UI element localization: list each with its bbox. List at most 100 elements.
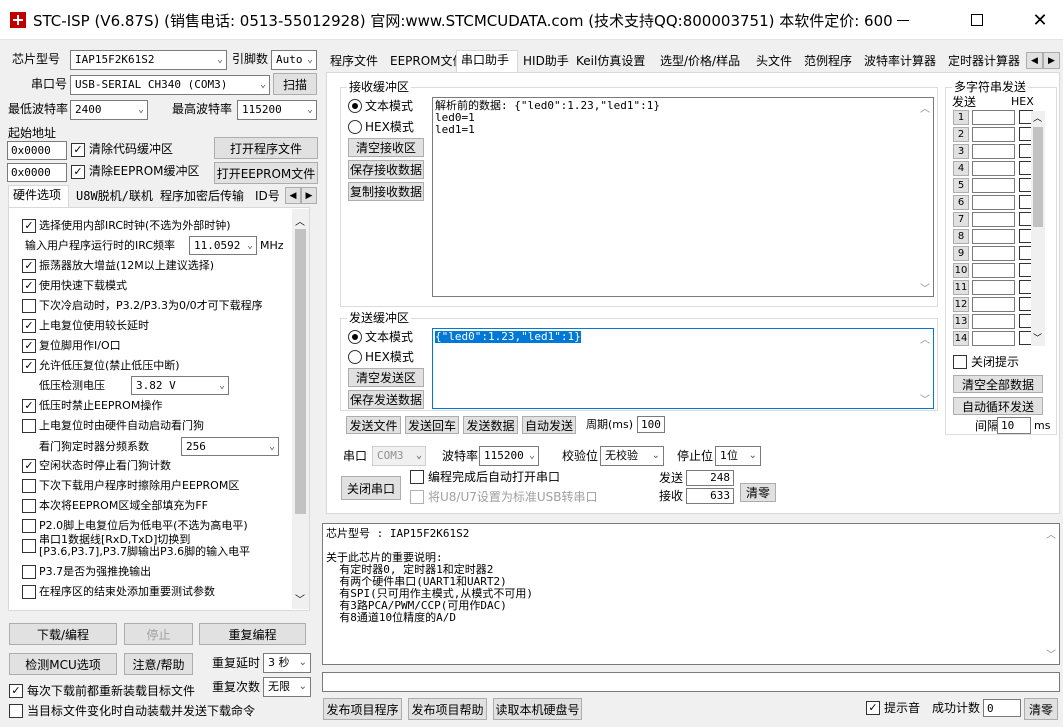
publish-help-button[interactable]: 发布项目帮助 [408, 698, 487, 720]
close-hint-checkbox[interactable] [953, 355, 967, 369]
multi-input[interactable] [972, 263, 1015, 278]
download-button[interactable]: 下载/编程 [9, 623, 117, 645]
send-data-button[interactable]: 发送数据 [463, 416, 518, 434]
opt-checkbox[interactable] [22, 519, 36, 533]
reload-checkbox[interactable]: ✓ [9, 684, 23, 698]
send-cr-button[interactable]: 发送回车 [405, 416, 459, 434]
tab-u8w[interactable]: U8W脱机/联机 [72, 187, 157, 207]
chip-select[interactable]: IAP15F2K61S2 ⌄ [70, 50, 227, 70]
send-file-button[interactable]: 发送文件 [346, 416, 401, 434]
multi-input[interactable] [972, 297, 1015, 312]
scroll-down-icon[interactable]: ﹀ [920, 280, 930, 295]
auto-open-checkbox[interactable] [410, 470, 424, 484]
opt-checkbox[interactable] [22, 499, 36, 513]
multi-input[interactable] [972, 178, 1015, 193]
opt-checkbox[interactable] [22, 585, 36, 599]
opt-checkbox[interactable]: ✓ [22, 259, 36, 273]
open-prog-button[interactable]: 打开程序文件 [214, 137, 318, 159]
clear-all-button[interactable]: 清空全部数据 [953, 375, 1043, 393]
usb-checkbox[interactable] [410, 490, 424, 504]
multi-input[interactable] [972, 127, 1015, 142]
clear-code-checkbox[interactable]: ✓ [71, 143, 85, 157]
serial-select[interactable]: COM3 ⌄ [372, 446, 426, 466]
auto-load-checkbox[interactable] [9, 704, 23, 718]
options-scrollbar[interactable]: ︿ ﹀ [292, 209, 309, 609]
port-select[interactable]: USB-SERIAL CH340 (COM3) ⌄ [70, 75, 270, 95]
recv-textarea[interactable]: 解析前的数据: {"led0":1.23,"led1":1} led0=1 le… [432, 97, 934, 297]
opt-checkbox[interactable] [22, 479, 36, 493]
multi-send-button[interactable]: 8 [953, 229, 969, 244]
multi-send-button[interactable]: 4 [953, 161, 969, 176]
tab-id[interactable]: ID号 [251, 187, 284, 207]
scrollbar-thumb[interactable] [295, 229, 306, 514]
multi-input[interactable] [972, 246, 1015, 261]
scroll-down-icon[interactable]: ﹀ [1046, 646, 1056, 661]
scroll-down-icon[interactable]: ﹀ [295, 591, 305, 606]
tab-scroll-right[interactable]: ▶ [301, 187, 317, 204]
multi-send-button[interactable]: 11 [953, 280, 969, 295]
opt-checkbox[interactable]: ✓ [22, 459, 36, 473]
period-input[interactable]: 100 [637, 416, 665, 433]
detect-mcu-button[interactable]: 检测MCU选项 [9, 653, 117, 675]
minimize-button[interactable] [880, 0, 926, 40]
tab-examples[interactable]: 范例程序 [800, 52, 856, 72]
multi-send-button[interactable]: 5 [953, 178, 969, 193]
multi-input[interactable] [972, 212, 1015, 227]
save-send-button[interactable]: 保存发送数据 [348, 390, 424, 409]
opt-checkbox[interactable]: ✓ [22, 219, 36, 233]
send-textarea[interactable]: {"led0":1.23,"led1":1} ︿ ﹀ [432, 328, 934, 409]
hint-sound-checkbox[interactable]: ✓ [866, 701, 880, 715]
tab-program-file[interactable]: 程序文件 [326, 52, 382, 72]
multi-send-button[interactable]: 2 [953, 127, 969, 142]
opt-checkbox[interactable] [22, 299, 36, 313]
multi-send-button[interactable]: 10 [953, 263, 969, 278]
multi-send-button[interactable]: 14 [953, 331, 969, 346]
multi-input[interactable] [972, 229, 1015, 244]
opt-checkbox[interactable]: ✓ [22, 359, 36, 373]
auto-send-button[interactable]: 自动发送 [522, 416, 576, 434]
tab-hardware[interactable]: 硬件选项 [8, 185, 69, 207]
pins-select[interactable]: Auto ⌄ [271, 50, 317, 70]
lv-select[interactable]: 3.82 V ⌄ [131, 376, 229, 395]
opt-checkbox[interactable]: ✓ [22, 279, 36, 293]
irc-select[interactable]: 11.0592 ⌄ [189, 236, 257, 255]
multi-send-button[interactable]: 1 [953, 110, 969, 125]
tab-keil[interactable]: Keil仿真设置 [572, 52, 649, 72]
scroll-down-icon[interactable]: ﹀ [920, 391, 930, 406]
tab-encrypt[interactable]: 程序加密后传输 [156, 187, 248, 207]
right-tab-scroll-left[interactable]: ◀ [1026, 52, 1043, 69]
multi-input[interactable] [972, 144, 1015, 159]
close-port-button[interactable]: 关闭串口 [341, 476, 401, 500]
open-eeprom-button[interactable]: 打开EEPROM文件 [214, 162, 318, 184]
multi-scrollbar[interactable]: ︿ ﹀ [1031, 111, 1045, 346]
clear-count-button[interactable]: 清零 [740, 483, 776, 502]
stopbit-select[interactable]: 1位 ⌄ [715, 446, 761, 466]
opt-checkbox[interactable] [22, 565, 36, 579]
delay-select[interactable]: 3 秒 ⌄ [263, 653, 311, 673]
scroll-up-icon[interactable]: ︿ [1033, 111, 1042, 124]
multi-input[interactable] [972, 110, 1015, 125]
addr1-input[interactable]: 0x0000 [7, 141, 67, 160]
multi-input[interactable] [972, 280, 1015, 295]
tab-timer-calc[interactable]: 定时器计算器 [944, 52, 1024, 72]
scroll-up-icon[interactable]: ︿ [920, 100, 930, 115]
opt-checkbox[interactable]: ✓ [22, 319, 36, 333]
scroll-down-icon[interactable]: ﹀ [1033, 331, 1042, 344]
scrollbar-thumb[interactable] [1033, 127, 1043, 227]
interval-input[interactable]: 10 [997, 417, 1031, 434]
read-disk-button[interactable]: 读取本机硬盘号 [493, 698, 582, 720]
multi-send-button[interactable]: 13 [953, 314, 969, 329]
multi-send-button[interactable]: 3 [953, 144, 969, 159]
auto-loop-button[interactable]: 自动循环发送 [953, 397, 1043, 415]
opt-checkbox[interactable] [22, 419, 36, 433]
send-hex-mode-radio[interactable] [348, 350, 362, 364]
scroll-up-icon[interactable]: ︿ [920, 331, 930, 346]
multi-send-button[interactable]: 9 [953, 246, 969, 261]
notice-help-button[interactable]: 注意/帮助 [124, 653, 193, 675]
recv-text-mode-radio[interactable] [348, 99, 362, 113]
scan-button[interactable]: 扫描 [273, 73, 317, 95]
reprogram-button[interactable]: 重复编程 [199, 623, 306, 645]
scroll-up-icon[interactable]: ︿ [295, 213, 305, 228]
min-baud-select[interactable]: 2400 ⌄ [70, 100, 148, 120]
baud-select[interactable]: 115200 ⌄ [479, 446, 539, 466]
